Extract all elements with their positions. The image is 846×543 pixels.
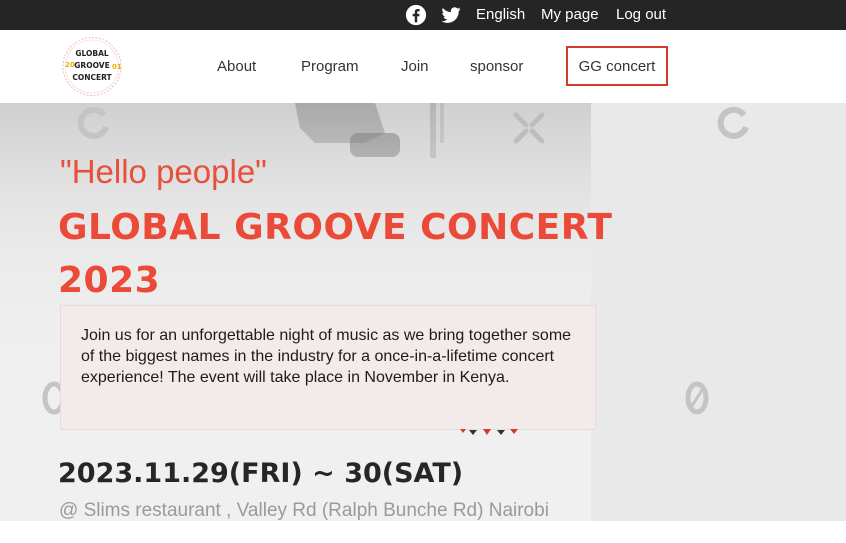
log-out-link[interactable]: Log out	[616, 6, 666, 23]
hero-right-panel	[591, 103, 846, 521]
nav-sponsor[interactable]: sponsor	[470, 58, 523, 75]
facebook-icon[interactable]	[405, 4, 427, 26]
shrink-icon	[513, 112, 545, 144]
logo-line-1: GLOBAL	[75, 49, 109, 58]
logo-line-3: CONCERT	[72, 73, 112, 82]
logo-line-2: GROOVE	[74, 61, 109, 70]
hero-title-line-2: 2023	[58, 260, 161, 301]
hero-greeting: "Hello people"	[60, 153, 267, 190]
nav-about[interactable]: About	[217, 58, 256, 75]
nav-program[interactable]: Program	[301, 58, 359, 75]
description-box: Join us for an unforgettable night of mu…	[60, 305, 596, 430]
nav-gg-concert[interactable]: GG concert	[566, 46, 668, 86]
hero-title: GLOBAL GROOVE CONCERT 2023	[58, 201, 612, 307]
my-page-link[interactable]: My page	[541, 6, 599, 23]
hero-section: "Hello people" GLOBAL GROOVE CONCERT 202…	[0, 103, 846, 521]
refresh-icon	[77, 106, 109, 139]
nav-join[interactable]: Join	[401, 58, 429, 75]
event-description: Join us for an unforgettable night of mu…	[81, 327, 572, 386]
decorative-dots	[460, 429, 518, 435]
site-header: GLOBAL GROOVE CONCERT 20 01 About Progra…	[0, 30, 846, 103]
top-bar: English My page Log out	[0, 0, 846, 30]
event-date: 2023.11.29(FRI) ~ 30(SAT)	[58, 458, 464, 489]
hero-title-line-1: GLOBAL GROOVE CONCERT	[58, 207, 613, 248]
logo-year-right: 01	[112, 63, 122, 71]
event-venue: @ Slims restaurant , Valley Rd (Ralph Bu…	[59, 500, 549, 521]
site-logo[interactable]: GLOBAL GROOVE CONCERT 20 01	[60, 36, 124, 97]
english-link[interactable]: English	[476, 6, 525, 23]
logo-year-left: 20	[65, 61, 75, 69]
twitter-icon[interactable]	[440, 4, 462, 26]
zero-glyph-right	[685, 381, 709, 415]
zero-glyph-left	[42, 381, 62, 415]
refresh-icon	[717, 106, 749, 139]
